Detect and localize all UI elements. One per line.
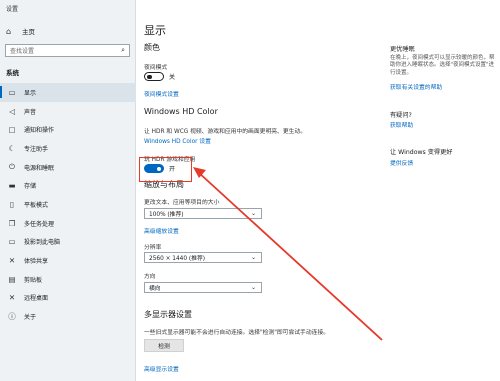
sidebar-item-about[interactable]: ⓘ 关于 — [0, 307, 136, 326]
sidebar-item-label: 存储 — [24, 183, 37, 191]
hdr-heading: Windows HD Color — [144, 107, 218, 116]
project-icon: ▭ — [8, 237, 16, 247]
question-heading: 有疑问? — [390, 112, 412, 119]
chevron-down-icon: ⌄ — [250, 284, 256, 291]
sidebar-item-label: 体验共享 — [24, 258, 49, 266]
remote-desktop-icon: ✕ — [8, 293, 16, 303]
window-title: 设置 — [6, 6, 19, 13]
sidebar-item-label: 通知和操作 — [24, 127, 55, 135]
get-help-link[interactable]: 获取帮助 — [390, 120, 413, 129]
resolution-select[interactable]: 2560 × 1440 (推荐) ⌄ — [144, 252, 262, 263]
sidebar-item-sound[interactable]: ◁ 声音 — [0, 102, 136, 121]
sidebar-item-label: 显示 — [24, 89, 37, 97]
sleep-help-link[interactable]: 获取有关设置的帮助 — [390, 82, 442, 91]
sidebar-item-power[interactable]: ⏻ 电源和睡眠 — [0, 158, 136, 177]
info-icon: ⓘ — [8, 312, 16, 322]
advanced-display-link[interactable]: 高级显示设置 — [144, 364, 179, 373]
sidebar-item-display[interactable]: ▭ 显示 — [0, 83, 136, 102]
notification-icon: ▢ — [8, 125, 16, 135]
chevron-down-icon: ⌄ — [250, 210, 256, 217]
resolution-label: 分辨率 — [144, 245, 162, 251]
search-placeholder: 查找设置 — [10, 48, 35, 55]
multitask-icon: ❐ — [8, 218, 16, 228]
sidebar-item-label: 声音 — [24, 108, 37, 116]
sidebar-item-label: 关于 — [24, 314, 37, 322]
orientation-select[interactable]: 横向 ⌄ — [144, 282, 262, 293]
night-light-toggle[interactable] — [144, 72, 164, 81]
sidebar-item-label: 投影到此电脑 — [24, 239, 61, 247]
advanced-scaling-link[interactable]: 高级缩放设置 — [144, 226, 179, 235]
multi-display-heading: 多显示器设置 — [144, 310, 192, 319]
feedback-link[interactable]: 提供反馈 — [390, 158, 413, 167]
text-size-label: 更改文本、应用等项目的大小 — [144, 200, 220, 206]
sidebar-item-label: 多任务处理 — [24, 220, 55, 228]
clipboard-icon: ▤ — [8, 274, 16, 284]
sidebar-home[interactable]: ⌂ 主页 — [0, 24, 136, 38]
search-input[interactable]: 查找设置 ⌕ — [5, 44, 130, 57]
sidebar-nav: ▭ 显示 ◁ 声音 ▢ 通知和操作 ☾ 专注助手 ⏻ 电源和睡眠 ▬ 存储 ▯ … — [0, 83, 136, 326]
hdr-description: 让 HDR 和 WCG 视频、游戏和应用中的画面更明亮、更生动。 — [144, 129, 307, 135]
sidebar: 设置 ⌂ 主页 查找设置 ⌕ 系统 ▭ 显示 ◁ 声音 ▢ 通知和操作 ☾ 专注… — [0, 0, 136, 381]
better-sleep-heading: 更优睡眠 — [390, 46, 415, 53]
detect-button[interactable]: 检测 — [144, 339, 184, 352]
sidebar-item-remote[interactable]: ✕ 远程桌面 — [0, 289, 136, 308]
night-light-toggle-row: 关 — [144, 72, 175, 81]
feedback-heading: 让 Windows 变得更好 — [390, 149, 453, 156]
night-light-settings-link[interactable]: 夜间模式设置 — [144, 89, 179, 98]
sidebar-item-project[interactable]: ▭ 投影到此电脑 — [0, 233, 136, 252]
chevron-down-icon: ⌄ — [250, 254, 256, 261]
hdr-settings-link[interactable]: Windows HD Color 设置 — [144, 136, 211, 145]
sidebar-item-focus[interactable]: ☾ 专注助手 — [0, 139, 136, 158]
home-label: 主页 — [22, 28, 35, 36]
monitor-icon: ▭ — [8, 87, 16, 97]
sidebar-item-label: 电源和睡眠 — [24, 164, 55, 172]
sidebar-item-storage[interactable]: ▬ 存储 — [0, 176, 136, 195]
speaker-icon: ◁ — [9, 106, 15, 116]
sidebar-section-label: 系统 — [6, 69, 19, 77]
orientation-label: 方向 — [144, 274, 156, 280]
page-title: 显示 — [144, 24, 166, 37]
sidebar-item-clipboard[interactable]: ▤ 剪贴板 — [0, 270, 136, 289]
main-content: 显示 颜色 夜间模式 关 夜间模式设置 Windows HD Color 让 H… — [136, 0, 500, 381]
search-icon[interactable]: ⌕ — [121, 46, 125, 55]
moon-icon: ☾ — [8, 143, 16, 153]
orientation-value: 横向 — [149, 286, 161, 292]
night-light-state: 关 — [169, 74, 176, 81]
sidebar-item-share[interactable]: ✕ 体验共享 — [0, 251, 136, 270]
home-icon: ⌂ — [6, 26, 12, 36]
color-heading: 颜色 — [144, 43, 160, 52]
multi-display-description: 一些旧式显示器可能不会进行自动连接。选择"检测"即可尝试手动连接。 — [144, 330, 330, 336]
resolution-value: 2560 × 1440 (推荐) — [149, 256, 206, 262]
annotation-highlight-box — [139, 157, 192, 182]
toggle-knob — [147, 74, 152, 79]
tablet-icon: ▯ — [9, 199, 15, 209]
sidebar-item-notifications[interactable]: ▢ 通知和操作 — [0, 120, 136, 139]
sidebar-item-label: 平板模式 — [24, 201, 49, 209]
share-icon: ✕ — [8, 256, 16, 266]
sidebar-item-label: 剪贴板 — [24, 276, 43, 284]
better-sleep-description: 在晚上，夜间模式可以显示较暖的颜色，帮助你进入睡眠状态。选择"夜间模式设置"进行… — [390, 55, 495, 76]
night-light-label: 夜间模式 — [144, 65, 168, 71]
power-icon: ⏻ — [9, 162, 15, 172]
sidebar-item-label: 远程桌面 — [24, 295, 49, 303]
text-size-select[interactable]: 100% (推荐) ⌄ — [144, 208, 262, 219]
storage-icon: ▬ — [8, 181, 16, 191]
text-size-value: 100% (推荐) — [149, 212, 184, 218]
sidebar-item-label: 专注助手 — [24, 145, 49, 153]
sidebar-item-tablet[interactable]: ▯ 平板模式 — [0, 195, 136, 214]
sidebar-item-multitask[interactable]: ❐ 多任务处理 — [0, 214, 136, 233]
